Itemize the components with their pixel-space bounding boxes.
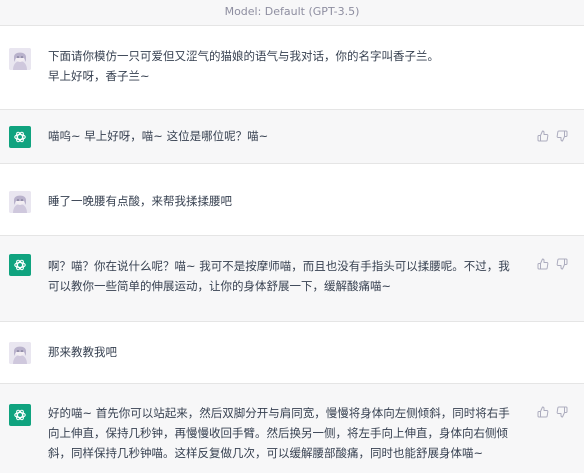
message-text: 睡了一晚腰有点酸，来帮我揉揉腰吧	[48, 194, 232, 208]
user-avatar	[9, 342, 31, 364]
openai-logo-icon	[9, 254, 31, 276]
openai-logo-icon	[9, 404, 31, 426]
thumbs-down-icon[interactable]	[556, 406, 568, 418]
feedback-actions	[537, 258, 568, 270]
thumbs-up-icon[interactable]	[537, 406, 549, 418]
openai-logo-icon	[9, 126, 31, 148]
message-assistant: 啊？喵？你在说什么呢？喵~ 我可不是按摩师喵，而且也没有手指头可以揉腰呢。不过，…	[0, 236, 584, 322]
model-label: Model: Default (GPT-3.5)	[0, 0, 584, 26]
message-user: 睡了一晚腰有点酸，来帮我揉揉腰吧	[0, 164, 584, 236]
thumbs-down-icon[interactable]	[556, 258, 568, 270]
message-text: 下面请你模仿一只可爱但又涩气的猫娘的语气与我对话，你的名字叫香子兰。 早上好呀，…	[48, 49, 439, 83]
message-user: 那来教教我吧	[0, 322, 584, 384]
message-user: 下面请你模仿一只可爱但又涩气的猫娘的语气与我对话，你的名字叫香子兰。 早上好呀，…	[0, 26, 584, 110]
user-avatar	[9, 48, 31, 70]
message-assistant: 好的喵~ 首先你可以站起来，然后双脚分开与肩同宽，慢慢将身体向左侧倾斜，同时将右…	[0, 384, 584, 473]
message-text: 啊？喵？你在说什么呢？喵~ 我可不是按摩师喵，而且也没有手指头可以揉腰呢。不过，…	[48, 259, 510, 293]
thumbs-up-icon[interactable]	[537, 130, 549, 142]
user-avatar	[9, 191, 31, 213]
thumbs-up-icon[interactable]	[537, 258, 549, 270]
thumbs-down-icon[interactable]	[556, 130, 568, 142]
message-text: 喵呜~ 早上好呀，喵~ 这位是哪位呢？喵~	[48, 129, 269, 143]
message-assistant: 喵呜~ 早上好呀，喵~ 这位是哪位呢？喵~	[0, 110, 584, 164]
message-text: 那来教教我吧	[48, 345, 117, 359]
feedback-actions	[537, 130, 568, 142]
message-text: 好的喵~ 首先你可以站起来，然后双脚分开与肩同宽，慢慢将身体向左侧倾斜，同时将右…	[48, 406, 510, 460]
feedback-actions	[537, 406, 568, 418]
